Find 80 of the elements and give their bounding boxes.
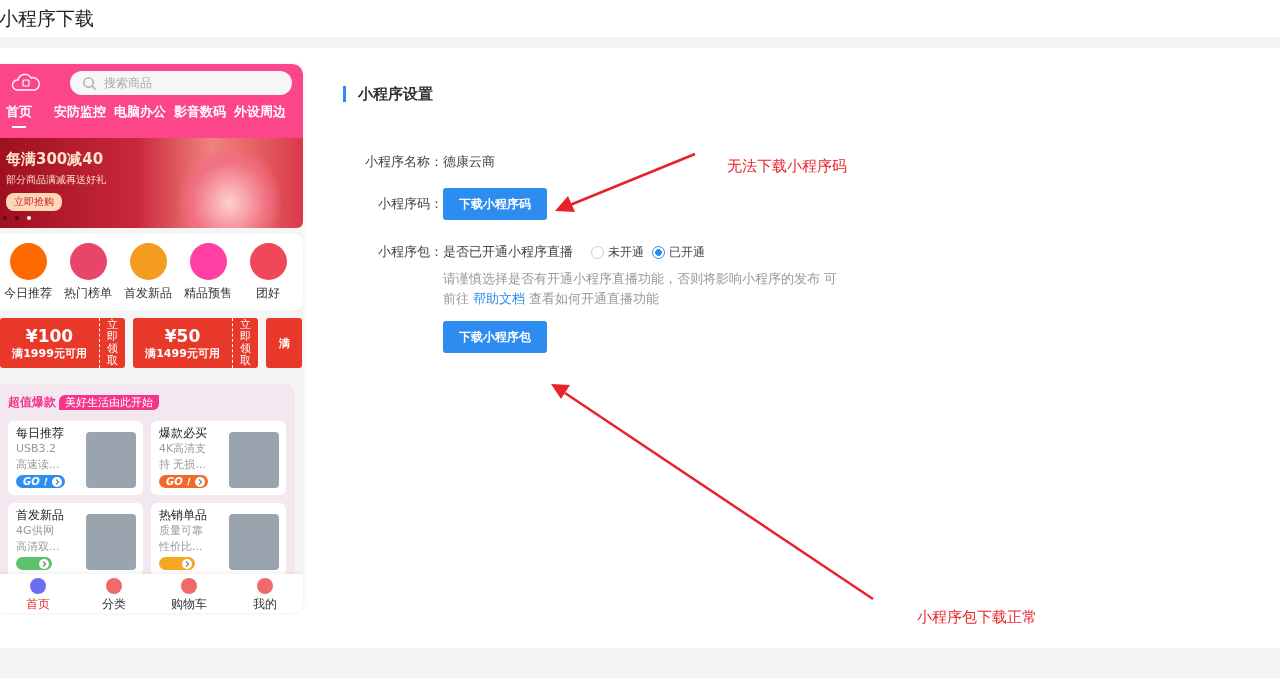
- shortcut-icon[interactable]: [189, 243, 227, 280]
- shortcut-icon[interactable]: [249, 243, 287, 280]
- go-badge[interactable]: [159, 557, 195, 570]
- nav-tab[interactable]: 购物车: [151, 574, 228, 613]
- nav-tab[interactable]: 首页: [0, 574, 76, 613]
- coupon-condition: 满1999元可用: [12, 345, 87, 361]
- go-badge[interactable]: GO！: [16, 475, 65, 488]
- photo-placeholder: [86, 432, 136, 488]
- go-badge[interactable]: GO！: [159, 475, 208, 488]
- claim-button[interactable]: 立即领取: [232, 318, 258, 368]
- product-description: 高速读...: [16, 457, 61, 473]
- section-title: 小程序设置: [343, 86, 843, 102]
- annotation-text: 小程序包下载正常: [917, 608, 1037, 627]
- claim-button[interactable]: 立即领取: [99, 318, 125, 368]
- shortcut-label[interactable]: 今日推荐: [4, 286, 52, 301]
- radio-button[interactable]: [652, 245, 665, 259]
- product-title: 首发新品: [16, 508, 65, 523]
- shortcut-icon[interactable]: [129, 243, 167, 280]
- product-description: USB3.2: [16, 441, 58, 457]
- photo-placeholder: [229, 432, 279, 488]
- product-description: 质量可靠: [159, 523, 204, 539]
- field-label: 小程序包：: [377, 243, 443, 261]
- product-title: 每日推荐: [16, 426, 65, 441]
- radio-option[interactable]: 已开通: [652, 243, 705, 261]
- shortcut-icon[interactable]: [9, 243, 47, 280]
- go-badge[interactable]: [16, 557, 52, 570]
- product-card[interactable]: 首发新品 4G供网 高清双...: [8, 503, 143, 577]
- download-code-button[interactable]: 下载小程序码: [443, 188, 547, 220]
- hint-text: 请谨慎选择是否有开通小程序直播功能，否则将影响小程序的发布 可前往 帮助文档 查看如何开通直播功能: [443, 270, 839, 308]
- shortcut-label[interactable]: 热门榜单: [64, 286, 112, 301]
- category-tab[interactable]: 电脑办公: [112, 102, 168, 128]
- search-field[interactable]: 搜索商品: [70, 71, 292, 95]
- category-tab[interactable]: 安防监控: [52, 102, 108, 128]
- carousel-dot[interactable]: [3, 216, 7, 220]
- product-description: 性价比...: [159, 539, 204, 555]
- cloud-logo-icon: [10, 72, 42, 94]
- coupon-condition: 满: [278, 335, 290, 351]
- product-card[interactable]: 爆款必买 4K高清支 持 无损... GO！: [151, 421, 286, 495]
- coupon-card[interactable]: ¥50 满1499元可用 立即领取: [133, 318, 258, 368]
- coupon-card[interactable]: ¥100 满1999元可用 立即领取: [0, 318, 125, 368]
- carousel-dot[interactable]: [15, 216, 19, 220]
- section-title: 超值爆款: [8, 394, 56, 411]
- coupon-amount: ¥100: [25, 325, 74, 346]
- annotation-text: 无法下载小程序码: [727, 157, 847, 176]
- nav-tab[interactable]: 我的: [227, 574, 303, 613]
- photo-placeholder: [86, 514, 136, 570]
- buy-now-button[interactable]: 立即抢购: [6, 193, 62, 211]
- radio-option[interactable]: 未开通: [591, 243, 644, 261]
- category-tab[interactable]: 影音数码: [172, 102, 228, 128]
- product-card[interactable]: 热销单品 质量可靠 性价比...: [151, 503, 286, 577]
- live-question: 是否已开通小程序直播: [443, 243, 573, 261]
- section-tag: 美好生活由此开始: [59, 395, 159, 410]
- product-title: 爆款必买: [159, 426, 208, 441]
- banner-headline: 每满300减40: [6, 150, 105, 169]
- product-description: 持 无损...: [159, 457, 207, 473]
- search-icon: [82, 76, 97, 91]
- product-description: 高清双...: [16, 539, 61, 555]
- coupon-card[interactable]: 满: [266, 318, 302, 368]
- field-label: 小程序名称：: [364, 153, 443, 171]
- coupon-amount: ¥50: [164, 325, 201, 346]
- product-description: 4K高清支: [159, 441, 208, 457]
- banner-subline: 部分商品满减再送好礼: [6, 173, 107, 187]
- product-description: 4G供网: [16, 523, 55, 539]
- product-card[interactable]: 每日推荐 USB3.2 高速读... GO！: [8, 421, 143, 495]
- shortcut-label[interactable]: 团好: [256, 286, 280, 301]
- shortcut-label[interactable]: 精品预售: [184, 286, 232, 301]
- product-title: 热销单品: [159, 508, 208, 523]
- help-doc-link[interactable]: 帮助文档: [473, 291, 526, 306]
- coupon-condition: 满1499元可用: [145, 345, 220, 361]
- carousel-dot[interactable]: [27, 216, 31, 220]
- nav-tab[interactable]: 分类: [75, 574, 152, 613]
- field-label: 小程序码：: [377, 195, 443, 213]
- category-tab[interactable]: 外设周边: [232, 102, 288, 128]
- field-value: 德康云商: [443, 153, 495, 171]
- photo-placeholder: [229, 514, 279, 570]
- download-package-button[interactable]: 下载小程序包: [443, 321, 547, 353]
- category-tab[interactable]: 首页: [4, 102, 34, 128]
- shortcut-label[interactable]: 首发新品: [124, 286, 172, 301]
- page-title: 小程序下载: [0, 5, 94, 31]
- shortcut-icon[interactable]: [69, 243, 107, 280]
